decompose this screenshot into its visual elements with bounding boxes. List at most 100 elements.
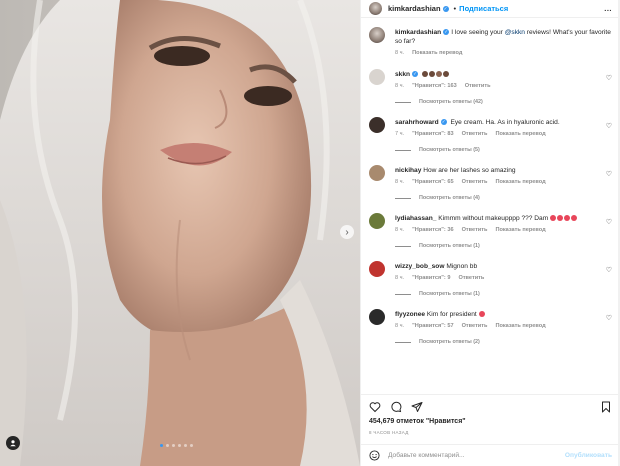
follow-button[interactable]: Подписаться [459,4,508,13]
author-avatar[interactable] [369,2,382,15]
comment-username[interactable]: wizzy_bob_sow [395,263,444,270]
view-replies-button[interactable]: Посмотреть ответы (5) [395,147,612,153]
comment-time: 7 ч. [395,131,405,137]
comment-like-heart-icon[interactable]: ♡ [602,170,612,179]
comment-text: Mignon bb [446,263,478,270]
heart-icon[interactable] [369,401,381,413]
comment-username[interactable]: flyyzonee [395,311,425,318]
comment: sarahrhoward ✓ Eye cream. Ha. As in hyalu… [369,117,612,139]
comment-like-heart-icon[interactable]: ♡ [602,74,612,83]
comment-time: 8 ч. [395,227,405,233]
view-replies-label[interactable]: Посмотреть ответы (5) [419,147,480,153]
caption-mention-link[interactable]: @skkn [505,29,525,36]
comment-likes[interactable]: "Нравится": 36 [412,226,453,235]
comment-item: skkn ✓ 8 ч. "Нравится": 163 Ответить ♡ По… [369,69,612,105]
view-replies-label[interactable]: Посмотреть ответы (2) [419,339,480,345]
reply-button[interactable]: Ответить [458,274,484,283]
comment-username[interactable]: sarahrhoward [395,119,439,126]
comment-likes[interactable]: "Нравится": 9 [412,274,450,283]
comment-username[interactable]: lydiahassan_ [395,215,436,222]
verified-badge-icon: ✓ [442,5,449,12]
comment-avatar[interactable] [369,309,385,325]
comment-likes[interactable]: "Нравится": 83 [412,130,453,139]
heart-eyes-emoji-icon [550,215,557,222]
caption-time: 8 ч. [395,50,405,56]
comment-item: nickihay How are her lashes so amazing 8… [369,165,612,201]
comment: lydiahassan_ Kimmm without makeupppp ???… [369,213,612,235]
carousel-dot [172,444,175,447]
view-replies-label[interactable]: Посмотреть ответы (4) [419,195,480,201]
comment-like-heart-icon[interactable]: ♡ [602,314,612,323]
reply-button[interactable]: Ответить [462,178,488,187]
bookmark-icon[interactable] [600,401,612,413]
reply-button[interactable]: Ответить [462,226,488,235]
comment-like-heart-icon[interactable]: ♡ [602,218,612,227]
comment-text: Kim for president [426,311,477,318]
comment-input[interactable] [388,452,565,459]
user-tag-icon [10,440,16,447]
translate-link[interactable]: Показать перевод [495,130,545,139]
comment-likes[interactable]: "Нравится": 57 [412,322,453,331]
replies-line [395,149,411,151]
heart-emoji-icon [428,71,435,78]
view-replies-button[interactable]: Посмотреть ответы (1) [395,243,612,249]
translate-link[interactable]: Показать перевод [495,322,545,331]
verified-badge-icon: ✓ [440,119,447,126]
comment-like-heart-icon[interactable]: ♡ [602,266,612,275]
comment-avatar[interactable] [369,261,385,277]
add-comment-bar: Опубликовать [361,444,620,466]
translate-link[interactable]: Показать перевод [495,226,545,235]
post-comment-button[interactable]: Опубликовать [565,452,612,459]
post-modal: › kimkardashian ✓ • Подписаться ... kimk… [0,0,620,466]
view-replies-label[interactable]: Посмотреть ответы (1) [419,243,480,249]
tagged-users-button[interactable] [6,436,20,450]
view-replies-button[interactable]: Посмотреть ответы (42) [395,99,612,105]
view-replies-button[interactable]: Посмотреть ответы (2) [395,339,612,345]
comments-list: kimkardashian ✓ I love seeing your @skkn r… [361,18,620,394]
comment-text: How are her lashes so amazing [423,167,516,174]
translate-link[interactable]: Показать перевод [495,178,545,187]
comment: wizzy_bob_sow Mignon bb 8 ч. "Нравится":… [369,261,612,283]
likes-count[interactable]: 454,679 отметок "Нравится" [361,418,620,430]
author-username[interactable]: kimkardashian [388,4,441,13]
comment-item: sarahrhoward ✓ Eye cream. Ha. As in hyalu… [369,117,612,153]
view-replies-label[interactable]: Посмотреть ответы (42) [419,99,483,105]
post-time[interactable]: 8 ЧАСОВ НАЗАД [361,430,620,444]
view-replies-label[interactable]: Посмотреть ответы (1) [419,291,480,297]
chevron-right-icon: › [345,226,349,238]
comment-likes[interactable]: "Нравится": 65 [412,178,453,187]
comment: nickihay How are her lashes so amazing 8… [369,165,612,187]
comment-time: 8 ч. [395,83,405,89]
view-replies-button[interactable]: Посмотреть ответы (4) [395,195,612,201]
reply-button[interactable]: Ответить [462,130,488,139]
reply-button[interactable]: Ответить [465,82,491,91]
comment-avatar[interactable] [369,165,385,181]
comment-time: 8 ч. [395,323,405,329]
comment-username[interactable]: skkn [395,71,410,78]
smile-icon[interactable] [369,450,380,461]
comment-likes[interactable]: "Нравится": 163 [412,82,457,91]
share-icon[interactable] [411,401,423,413]
replies-line [395,293,411,295]
carousel-next-button[interactable]: › [340,225,354,239]
caption-translate-link[interactable]: Показать перевод [412,49,462,58]
comment-item: flyyzonee Kim for president 8 ч. "Нравит… [369,309,612,345]
heart-eyes-emoji-icon [571,215,578,222]
comment-username[interactable]: nickihay [395,167,421,174]
view-replies-button[interactable]: Посмотреть ответы (1) [395,291,612,297]
post-side-panel: kimkardashian ✓ • Подписаться ... kimkar… [360,0,620,466]
more-options-button[interactable]: ... [604,4,612,13]
post-media: › [0,0,360,466]
comment-icon[interactable] [390,401,402,413]
carousel-indicator [160,444,193,447]
caption-username[interactable]: kimkardashian [395,29,441,36]
comment-avatar[interactable] [369,213,385,229]
post-photo [0,0,360,466]
comment-text: Kimmm without makeupppp ??? Dam [438,215,549,222]
comment-avatar[interactable] [369,117,385,133]
reply-button[interactable]: Ответить [462,322,488,331]
comment-like-heart-icon[interactable]: ♡ [602,122,612,131]
caption-avatar[interactable] [369,27,385,43]
comment-avatar[interactable] [369,69,385,85]
heart-emoji-icon [435,71,442,78]
